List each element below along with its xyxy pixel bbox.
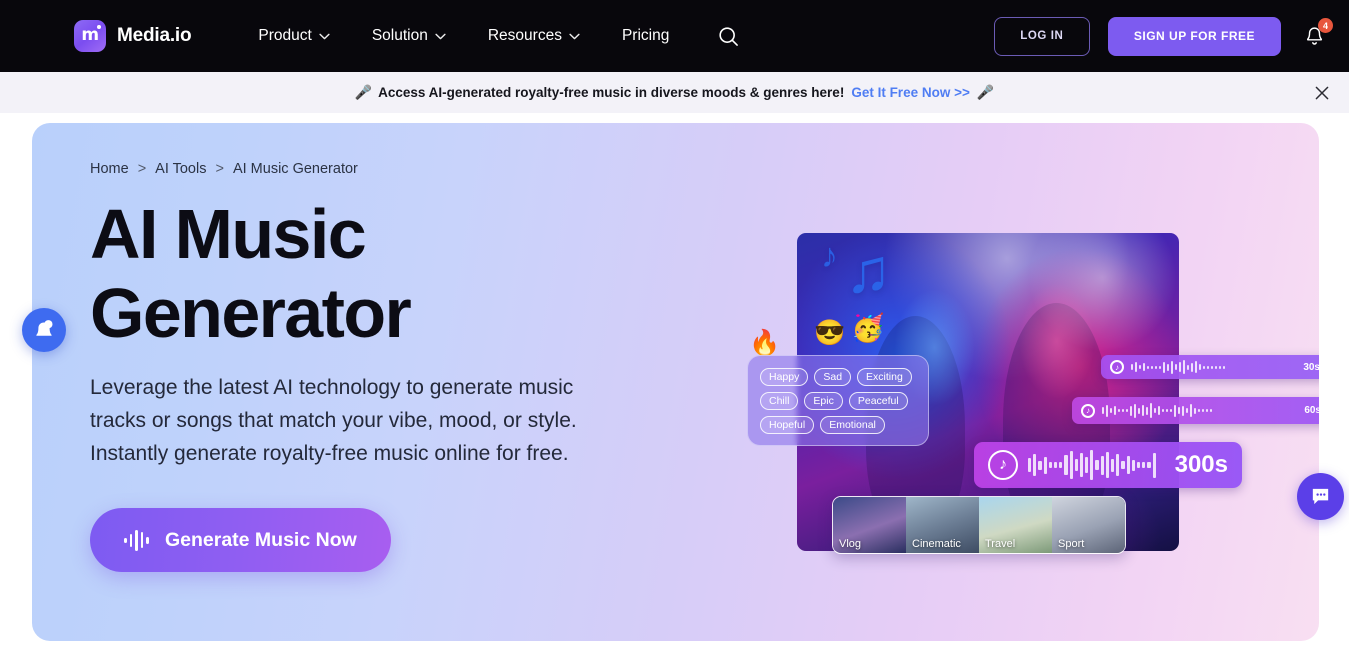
mood-tag-exciting[interactable]: Exciting	[857, 368, 912, 386]
generate-music-button-label: Generate Music Now	[165, 529, 357, 552]
nav-item-resources-label: Resources	[488, 27, 562, 45]
breadcrumb: Home > AI Tools > AI Music Generator	[90, 161, 358, 177]
waveform-icon	[124, 529, 149, 551]
mood-tag-happy[interactable]: Happy	[760, 368, 808, 386]
mood-tag-emotional[interactable]: Emotional	[820, 416, 885, 434]
breadcrumb-item-ai-tools[interactable]: AI Tools	[155, 161, 206, 177]
mood-tag-chill[interactable]: Chill	[760, 392, 798, 410]
thumbnail-travel[interactable]: Travel	[979, 497, 1052, 553]
signup-button[interactable]: SIGN UP FOR FREE	[1108, 17, 1281, 56]
chevron-down-icon	[319, 33, 330, 40]
breadcrumb-item-current: AI Music Generator	[233, 161, 358, 177]
bell-notification-icon	[33, 318, 55, 342]
close-icon	[1315, 86, 1329, 100]
search-button[interactable]	[712, 20, 744, 52]
party-emoji: 🥳	[851, 315, 885, 342]
notification-badge: 4	[1318, 18, 1333, 33]
waveform-300s	[1028, 450, 1165, 480]
waveform-30s	[1131, 360, 1296, 374]
page-title: AI Music Generator	[90, 195, 610, 353]
promo-link[interactable]: Get It Free Now >>	[851, 85, 970, 100]
login-button[interactable]: LOG IN	[994, 17, 1090, 56]
breadcrumb-separator: >	[138, 161, 146, 177]
logo-home-link[interactable]: m Media.io	[74, 20, 191, 52]
mood-tag-sad[interactable]: Sad	[814, 368, 851, 386]
category-thumbnails: Vlog Cinematic Travel Sport	[832, 496, 1126, 554]
thumbnail-sport-label: Sport	[1058, 538, 1084, 550]
music-note-icon-large: ♫	[845, 241, 892, 303]
promo-close-button[interactable]	[1311, 82, 1333, 104]
fire-emoji: 🔥	[749, 331, 780, 356]
hero-section-wrapper: Home > AI Tools > AI Music Generator AI …	[0, 113, 1349, 651]
mood-tag-epic[interactable]: Epic	[804, 392, 842, 410]
mood-tag-peaceful[interactable]: Peaceful	[849, 392, 908, 410]
thumbnail-sport[interactable]: Sport	[1052, 497, 1125, 553]
microphone-emoji-right: 🎤	[977, 84, 994, 101]
breadcrumb-separator: >	[215, 161, 223, 177]
top-navigation-bar: m Media.io Product Solution Resources Pr…	[0, 0, 1349, 72]
nav-item-resources[interactable]: Resources	[467, 27, 601, 45]
nav-actions: LOG IN SIGN UP FOR FREE 4	[994, 17, 1329, 56]
music-disc-icon: ♪	[1081, 404, 1095, 418]
music-disc-icon: ♪	[1110, 360, 1124, 374]
chevron-down-icon	[435, 33, 446, 40]
promo-text: Access AI-generated royalty-free music i…	[378, 85, 844, 100]
duration-label-30s: 30s	[1303, 362, 1319, 373]
duration-label-300s: 300s	[1175, 451, 1228, 479]
microphone-emoji-left: 🎤	[355, 84, 372, 101]
generate-music-button[interactable]: Generate Music Now	[90, 508, 391, 572]
nav-item-pricing-label: Pricing	[622, 27, 669, 45]
hero-description: Leverage the latest AI technology to gen…	[90, 371, 635, 470]
logo-letter: m	[81, 27, 98, 44]
music-note-icon-small: ♪	[821, 239, 838, 273]
search-icon	[718, 26, 739, 47]
media-io-logo-icon: m	[74, 20, 106, 52]
duration-track-60s[interactable]: ♪ 60s	[1072, 397, 1319, 424]
hero-artwork: ♪ ♫ 🔥 😎 🥳 Happy Sad Exciting Chill Epic …	[797, 233, 1179, 551]
music-disc-icon-large: ♪	[988, 450, 1018, 480]
thumbnail-travel-label: Travel	[985, 538, 1015, 550]
nav-item-solution[interactable]: Solution	[351, 27, 467, 45]
sunglasses-emoji: 😎	[814, 321, 845, 346]
chat-support-button[interactable]	[1297, 473, 1344, 520]
brand-name: Media.io	[117, 25, 191, 47]
chevron-down-icon	[569, 33, 580, 40]
mood-tag-hopeful[interactable]: Hopeful	[760, 416, 814, 434]
logo-dot	[97, 25, 101, 29]
nav-item-pricing[interactable]: Pricing	[601, 27, 690, 45]
notification-widget-button[interactable]	[22, 308, 66, 352]
main-nav-links: Product Solution Resources Pricing	[237, 20, 744, 52]
thumbnail-vlog-label: Vlog	[839, 538, 861, 550]
waveform-60s	[1102, 403, 1297, 418]
duration-track-30s[interactable]: ♪ 30s	[1101, 355, 1319, 379]
thumbnail-vlog[interactable]: Vlog	[833, 497, 906, 553]
chat-bubble-icon	[1309, 485, 1332, 508]
duration-track-300s[interactable]: ♪ 300s	[974, 442, 1242, 488]
breadcrumb-item-home[interactable]: Home	[90, 161, 129, 177]
hero-section: Home > AI Tools > AI Music Generator AI …	[32, 123, 1319, 641]
mood-tags-panel: Happy Sad Exciting Chill Epic Peaceful H…	[747, 355, 929, 446]
promo-banner: 🎤 Access AI-generated royalty-free music…	[0, 72, 1349, 113]
notifications-button[interactable]: 4	[1299, 20, 1329, 52]
nav-item-solution-label: Solution	[372, 27, 428, 45]
nav-item-product-label: Product	[258, 27, 311, 45]
thumbnail-cinematic[interactable]: Cinematic	[906, 497, 979, 553]
thumbnail-cinematic-label: Cinematic	[912, 538, 961, 550]
nav-item-product[interactable]: Product	[237, 27, 350, 45]
duration-label-60s: 60s	[1304, 405, 1319, 416]
